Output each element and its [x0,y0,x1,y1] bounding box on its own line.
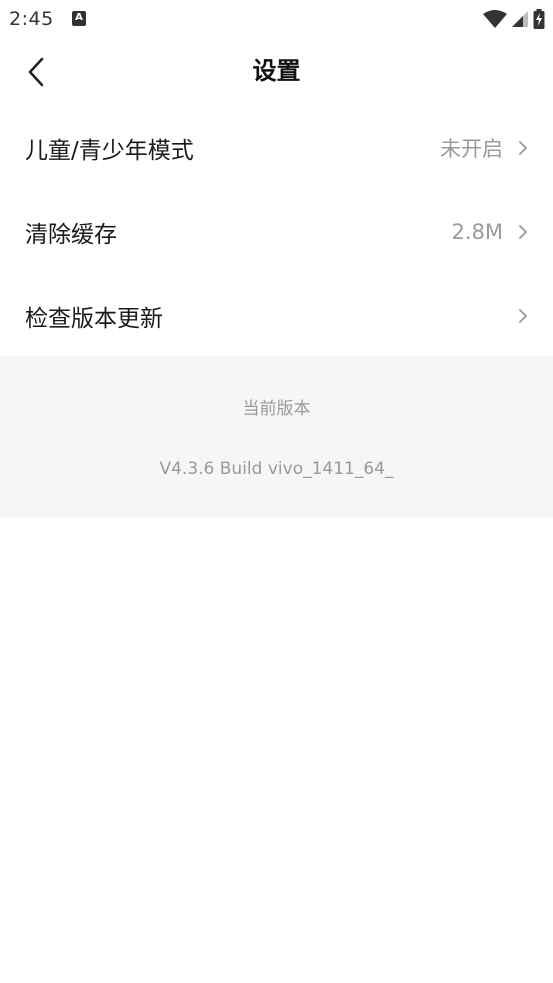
page-title: 设置 [252,57,301,85]
settings-item-value: 2.8M [451,220,503,244]
chevron-right-icon [519,225,527,239]
chevron-right-icon [519,309,527,323]
status-icons [483,8,545,30]
navigation-bar: 设置 [0,40,553,104]
settings-item-label: 清除缓存 [25,222,117,248]
version-section: 当前版本 V4.3.6 Build vivo_1411_64_ [0,356,553,518]
settings-item-value: 未开启 [440,137,503,161]
status-bar: 2:45 A [0,0,553,40]
settings-item-check-update[interactable]: 检查版本更新 [0,274,553,358]
battery-charging-icon [533,9,545,29]
a-letter-icon: A [72,11,86,26]
settings-item-child-mode[interactable]: 儿童/青少年模式 未开启 [0,106,553,190]
settings-item-label: 检查版本更新 [25,306,163,332]
status-time: 2:45 [9,8,54,30]
wifi-icon [483,10,507,28]
settings-item-clear-cache[interactable]: 清除缓存 2.8M [0,190,553,274]
version-number: V4.3.6 Build vivo_1411_64_ [159,459,394,479]
cell-signal-icon [512,11,528,27]
version-caption: 当前版本 [242,399,311,419]
chevron-right-icon [519,141,527,155]
settings-item-label: 儿童/青少年模式 [25,138,194,164]
settings-list: 儿童/青少年模式 未开启 清除缓存 2.8M 检查版本更新 [0,106,553,358]
